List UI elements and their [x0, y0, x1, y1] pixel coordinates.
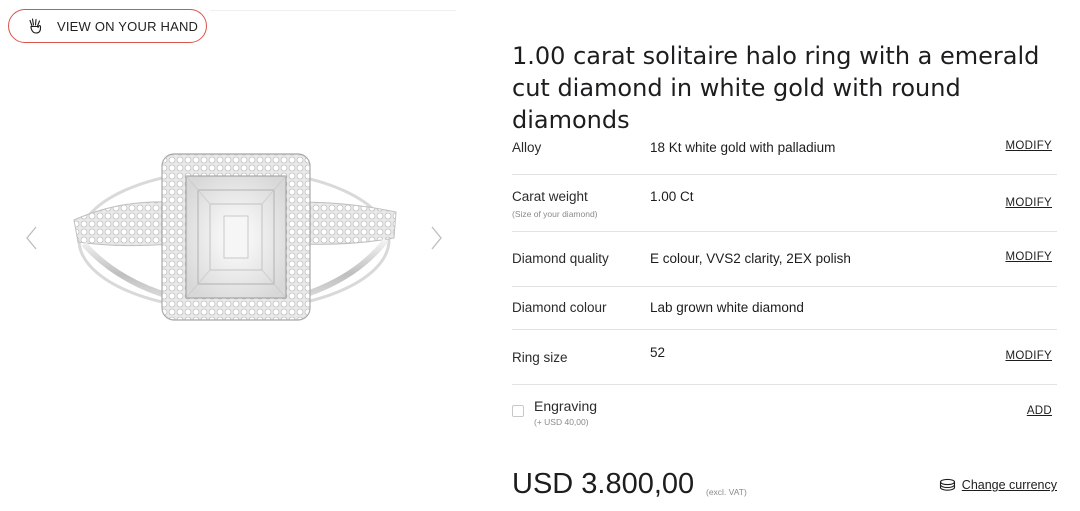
spec-value: 18 Kt white gold with palladium: [650, 140, 836, 155]
change-currency-button[interactable]: Change currency: [939, 478, 1057, 492]
modify-carat-link[interactable]: MODIFY: [1005, 197, 1052, 209]
price-section: USD 3.800,00 (excl. VAT) Change currency: [512, 466, 1057, 506]
spec-value: Lab grown white diamond: [650, 300, 804, 315]
spec-row-ring-size: Ring size 52 MODIFY: [512, 330, 1057, 385]
spec-value: E colour, VVS2 clarity, 2EX polish: [650, 251, 851, 266]
spec-value: 52: [650, 345, 666, 360]
change-currency-label: Change currency: [961, 478, 1057, 492]
spec-table: Alloy 18 Kt white gold with palladium MO…: [512, 121, 1057, 445]
engraving-checkbox[interactable]: [512, 405, 524, 417]
spec-sublabel: (Size of your diamond): [512, 209, 598, 219]
spec-label: Diamond colour: [512, 300, 607, 315]
spec-label: Alloy: [512, 140, 542, 155]
spec-row-engraving: Engraving (+ USD 40,00) ADD: [512, 385, 1057, 445]
hand-gesture-icon: [27, 17, 45, 35]
product-price: USD 3.800,00: [512, 468, 695, 500]
add-engraving-link[interactable]: ADD: [1027, 405, 1052, 417]
chevron-right-icon: [431, 226, 442, 250]
spec-label: Diamond quality: [512, 251, 609, 266]
vat-note: (excl. VAT): [706, 487, 747, 497]
spec-row-alloy: Alloy 18 Kt white gold with palladium MO…: [512, 121, 1057, 175]
gallery-prev-button[interactable]: [22, 224, 42, 252]
modify-ring-size-link[interactable]: MODIFY: [1005, 350, 1052, 362]
spec-label: Carat weight: [512, 189, 588, 204]
engraving-label: Engraving: [534, 398, 598, 414]
gallery-divider: [210, 10, 456, 11]
chevron-left-icon: [26, 226, 37, 250]
view-on-hand-button[interactable]: VIEW ON YOUR HAND: [8, 9, 207, 43]
spec-row-colour: Diamond colour Lab grown white diamond: [512, 287, 1057, 330]
spec-row-carat: Carat weight (Size of your diamond) 1.00…: [512, 175, 1057, 232]
modify-quality-link[interactable]: MODIFY: [1005, 251, 1052, 263]
modify-alloy-link[interactable]: MODIFY: [1005, 140, 1052, 152]
spec-value: 1.00 Ct: [650, 189, 694, 204]
view-on-hand-label: VIEW ON YOUR HAND: [57, 18, 199, 34]
spec-row-quality: Diamond quality E colour, VVS2 clarity, …: [512, 232, 1057, 287]
coins-icon: [939, 478, 956, 492]
spec-label: Ring size: [512, 350, 568, 365]
product-gallery: VIEW ON YOUR HAND: [0, 0, 460, 511]
ring-image: [73, 153, 397, 321]
gallery-next-button[interactable]: [426, 224, 446, 252]
engraving-price: (+ USD 40,00): [534, 417, 589, 427]
